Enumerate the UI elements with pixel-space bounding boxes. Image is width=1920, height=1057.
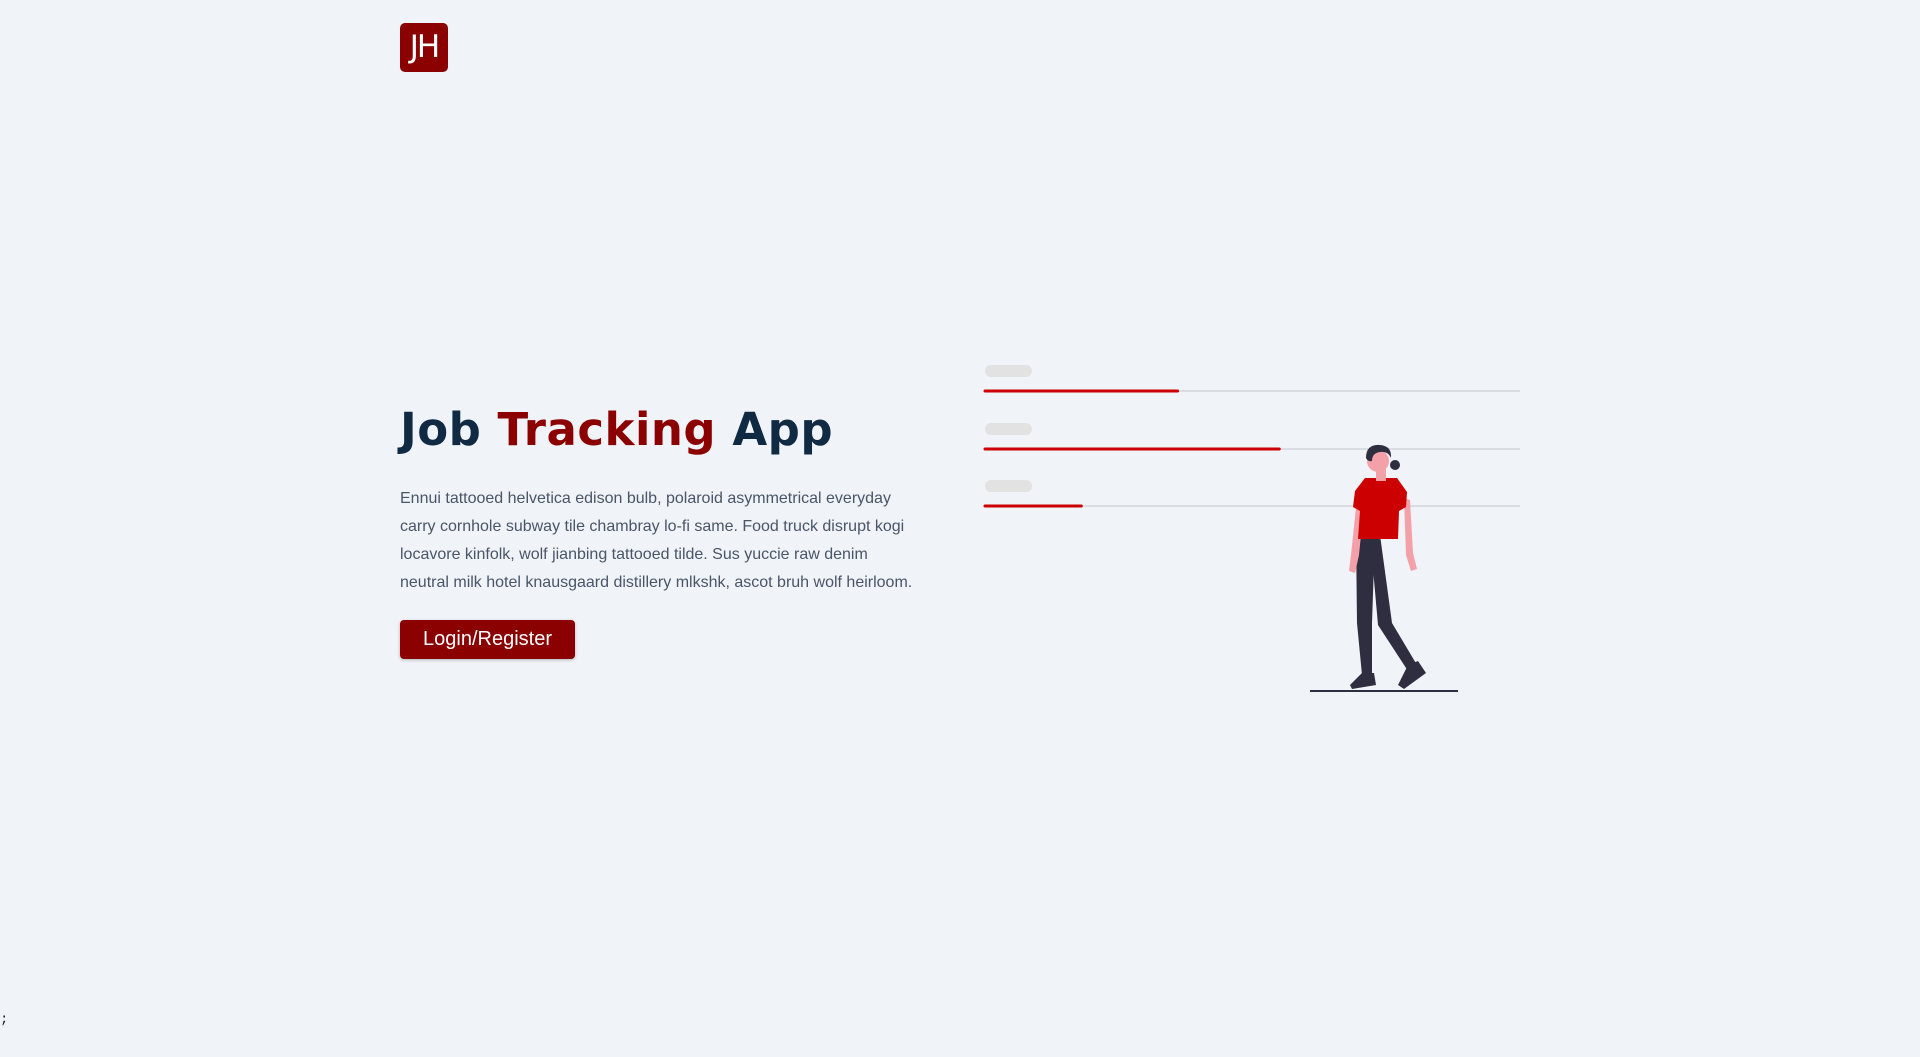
logo[interactable]: JH [400, 23, 448, 72]
title-part-tracking: Tracking [497, 403, 717, 456]
page-title: Job Tracking App [400, 400, 920, 460]
hero-section: Job Tracking App Ennui tattooed helvetic… [400, 400, 920, 597]
stray-text: ; [0, 1012, 9, 1028]
hero-description: Ennui tattooed helvetica edison bulb, po… [400, 490, 913, 591]
title-part-app: App [732, 403, 834, 456]
progress-row-3 [983, 480, 1520, 508]
progress-row-1 [983, 365, 1520, 393]
login-register-button[interactable]: Login/Register [400, 620, 575, 659]
person-figure [1349, 444, 1426, 689]
woman-walking-illustration [983, 365, 1520, 692]
progress-row-2 [983, 423, 1520, 451]
title-part-job: Job [400, 403, 482, 456]
